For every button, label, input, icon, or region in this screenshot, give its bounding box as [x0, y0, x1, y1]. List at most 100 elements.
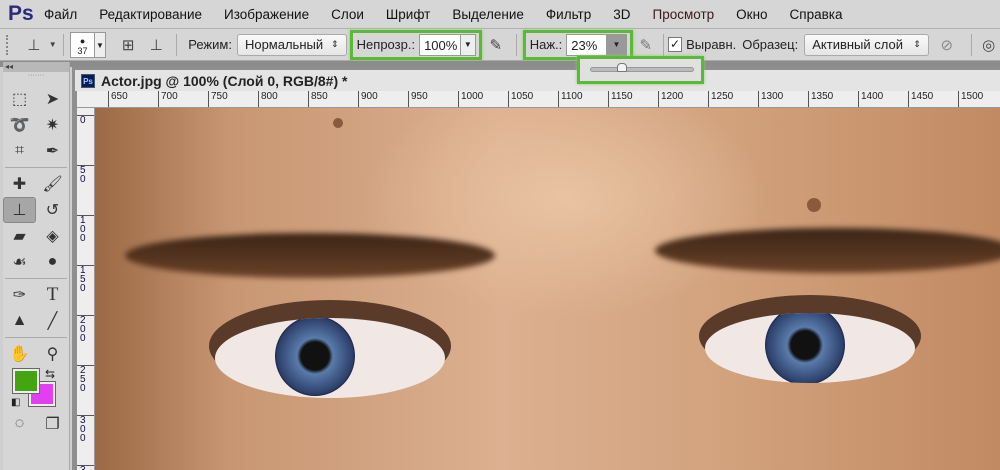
zoom-tool-icon[interactable]: ⚲	[36, 341, 69, 367]
menu-filter[interactable]: Фильтр	[546, 7, 591, 22]
menu-select[interactable]: Выделение	[452, 7, 524, 22]
airbrush-pressure-icon[interactable]: ✎	[482, 36, 510, 54]
flow-group: Наж.: 23% ▼	[522, 29, 633, 60]
screen-mode-icon[interactable]: ❐	[36, 411, 69, 437]
clone-stamp-tool-icon[interactable]: ⊥	[3, 197, 36, 223]
image-canvas[interactable]	[95, 108, 1000, 470]
updown-icon: ⇕	[913, 39, 921, 49]
magic-wand-tool-icon[interactable]: ✷	[36, 112, 69, 138]
ruler-label: 250	[77, 365, 94, 394]
document-tab[interactable]: Ps Actor.jpg @ 100% (Слой 0, RGB/8#) *	[75, 70, 1000, 91]
divider	[5, 337, 67, 338]
menu-3d[interactable]: 3D	[613, 7, 630, 22]
sample-select[interactable]: Активный слой ⇕	[804, 33, 929, 56]
ps-document-icon: Ps	[81, 73, 95, 88]
menu-edit[interactable]: Редактирование	[99, 7, 202, 22]
flow-slider-track[interactable]	[590, 67, 694, 72]
mode-select[interactable]: Нормальный ⇕	[236, 33, 347, 56]
menu-view[interactable]: Просмотр	[653, 7, 715, 22]
mode-value: Нормальный	[244, 37, 324, 52]
menu-help[interactable]: Справка	[790, 7, 843, 22]
clone-stamp-preset-icon[interactable]: ⊥	[20, 36, 48, 54]
ruler-label: 750	[208, 91, 228, 107]
line-tool-icon[interactable]: ╱	[36, 308, 69, 334]
left-iris	[275, 318, 355, 396]
hand-tool-icon[interactable]: ✋	[3, 341, 36, 367]
brush-size: 37	[77, 45, 88, 56]
ruler-label: 100	[77, 215, 94, 244]
ruler-label: 700	[158, 91, 178, 107]
divider	[63, 33, 65, 56]
menu-layers[interactable]: Слои	[331, 7, 364, 22]
horizontal-ruler[interactable]: 650 700 750 800 850 900 950 1000 1050 1100 1150 120…	[77, 91, 1000, 108]
healing-brush-tool-icon[interactable]: ✚	[3, 171, 36, 197]
flow-label: Наж.:	[529, 37, 563, 52]
airbrush-icon[interactable]: ✎	[633, 36, 659, 54]
ruler-label: 1300	[758, 91, 783, 107]
lasso-tool-icon[interactable]: ➰	[3, 112, 36, 138]
brush-tool-icon[interactable]: 🖌	[36, 171, 69, 197]
chevron-down-icon[interactable]: ▼	[48, 40, 57, 49]
divider	[176, 33, 178, 56]
ruler-label: 1450	[908, 91, 933, 107]
aligned-checkbox[interactable]: ✓	[667, 37, 683, 52]
flow-slider-popup	[577, 56, 704, 84]
updown-icon: ⇕	[331, 39, 339, 49]
brush-panel-icon[interactable]: ⊞	[114, 36, 142, 54]
collapse-panel-icon[interactable]: ◂◂	[3, 62, 69, 72]
opacity-dropdown-button[interactable]: ▼	[461, 33, 476, 56]
blur-tool-icon[interactable]: ☙	[3, 249, 36, 275]
pressure-size-icon[interactable]: ◎	[977, 36, 999, 54]
swap-colors-icon[interactable]: ⇆	[45, 367, 55, 381]
menu-window[interactable]: Окно	[736, 7, 767, 22]
history-brush-tool-icon[interactable]: ↺	[36, 197, 69, 223]
ruler-label: 800	[258, 91, 278, 107]
skin-mark	[807, 198, 821, 212]
opacity-input[interactable]: 100%	[419, 33, 462, 56]
dodge-tool-icon[interactable]: ●	[36, 249, 69, 275]
mode-label: Режим:	[188, 37, 232, 52]
eyedropper-tool-icon[interactable]: ✒	[36, 138, 69, 164]
menu-file[interactable]: Файл	[44, 7, 77, 22]
photoshop-logo: Ps	[8, 2, 34, 25]
foreground-color-swatch[interactable]	[12, 368, 40, 394]
options-bar: ⊥ ▼ ● 37 ▼ ⊞ ⊥ Режим: Нормальный ⇕ Непрозр…	[0, 29, 1000, 61]
paint-bucket-tool-icon[interactable]: ◈	[36, 223, 69, 249]
flow-input[interactable]: 23%	[566, 33, 608, 56]
type-tool-icon[interactable]: T	[36, 282, 69, 308]
pen-tool-icon[interactable]: ✑	[3, 282, 36, 308]
document-area: Ps Actor.jpg @ 100% (Слой 0, RGB/8#) * 6…	[72, 67, 1000, 470]
opacity-group: Непрозр.: 100% ▼	[349, 29, 482, 60]
ruler-label: 650	[108, 91, 128, 107]
flow-dropdown-button[interactable]: ▼	[607, 33, 627, 56]
eraser-tool-icon[interactable]: ▰	[3, 223, 36, 249]
ruler-label: 200	[77, 315, 94, 344]
path-selection-tool-icon[interactable]: ▲	[3, 308, 36, 334]
divider	[515, 33, 517, 56]
default-colors-icon[interactable]: ◧	[11, 397, 20, 408]
divider	[5, 167, 67, 168]
flow-slider-thumb[interactable]	[616, 63, 627, 72]
color-swatches: ⇆ ◧	[3, 367, 69, 411]
move-tool-icon[interactable]: ➤	[36, 86, 69, 112]
ruler-label: 1050	[508, 91, 533, 107]
panel-grip[interactable]: ·······	[3, 72, 69, 82]
opacity-label: Непрозр.:	[356, 37, 416, 52]
right-eyebrow	[655, 228, 1000, 273]
menu-image[interactable]: Изображение	[224, 7, 309, 22]
crop-tool-icon[interactable]: ⌗	[3, 138, 36, 164]
ruler-label: 1350	[808, 91, 833, 107]
marquee-tool-icon[interactable]: ⬚	[3, 86, 36, 112]
options-grip[interactable]	[6, 34, 10, 55]
quick-mask-icon[interactable]: ◌	[3, 411, 36, 437]
menu-type[interactable]: Шрифт	[386, 7, 430, 22]
brush-preset-picker[interactable]: ● 37	[70, 31, 95, 58]
ruler-label: 0	[77, 115, 94, 126]
ignore-adjustment-layers-icon[interactable]: ⊘	[929, 36, 965, 54]
brush-dropdown-button[interactable]: ▼	[94, 31, 107, 58]
vertical-ruler[interactable]: 0 50 100 150 200 250 300 350	[77, 108, 95, 470]
clone-source-panel-icon[interactable]: ⊥	[142, 36, 170, 54]
ruler-label: 1200	[658, 91, 683, 107]
ruler-label: 900	[358, 91, 378, 107]
divider	[5, 278, 67, 279]
